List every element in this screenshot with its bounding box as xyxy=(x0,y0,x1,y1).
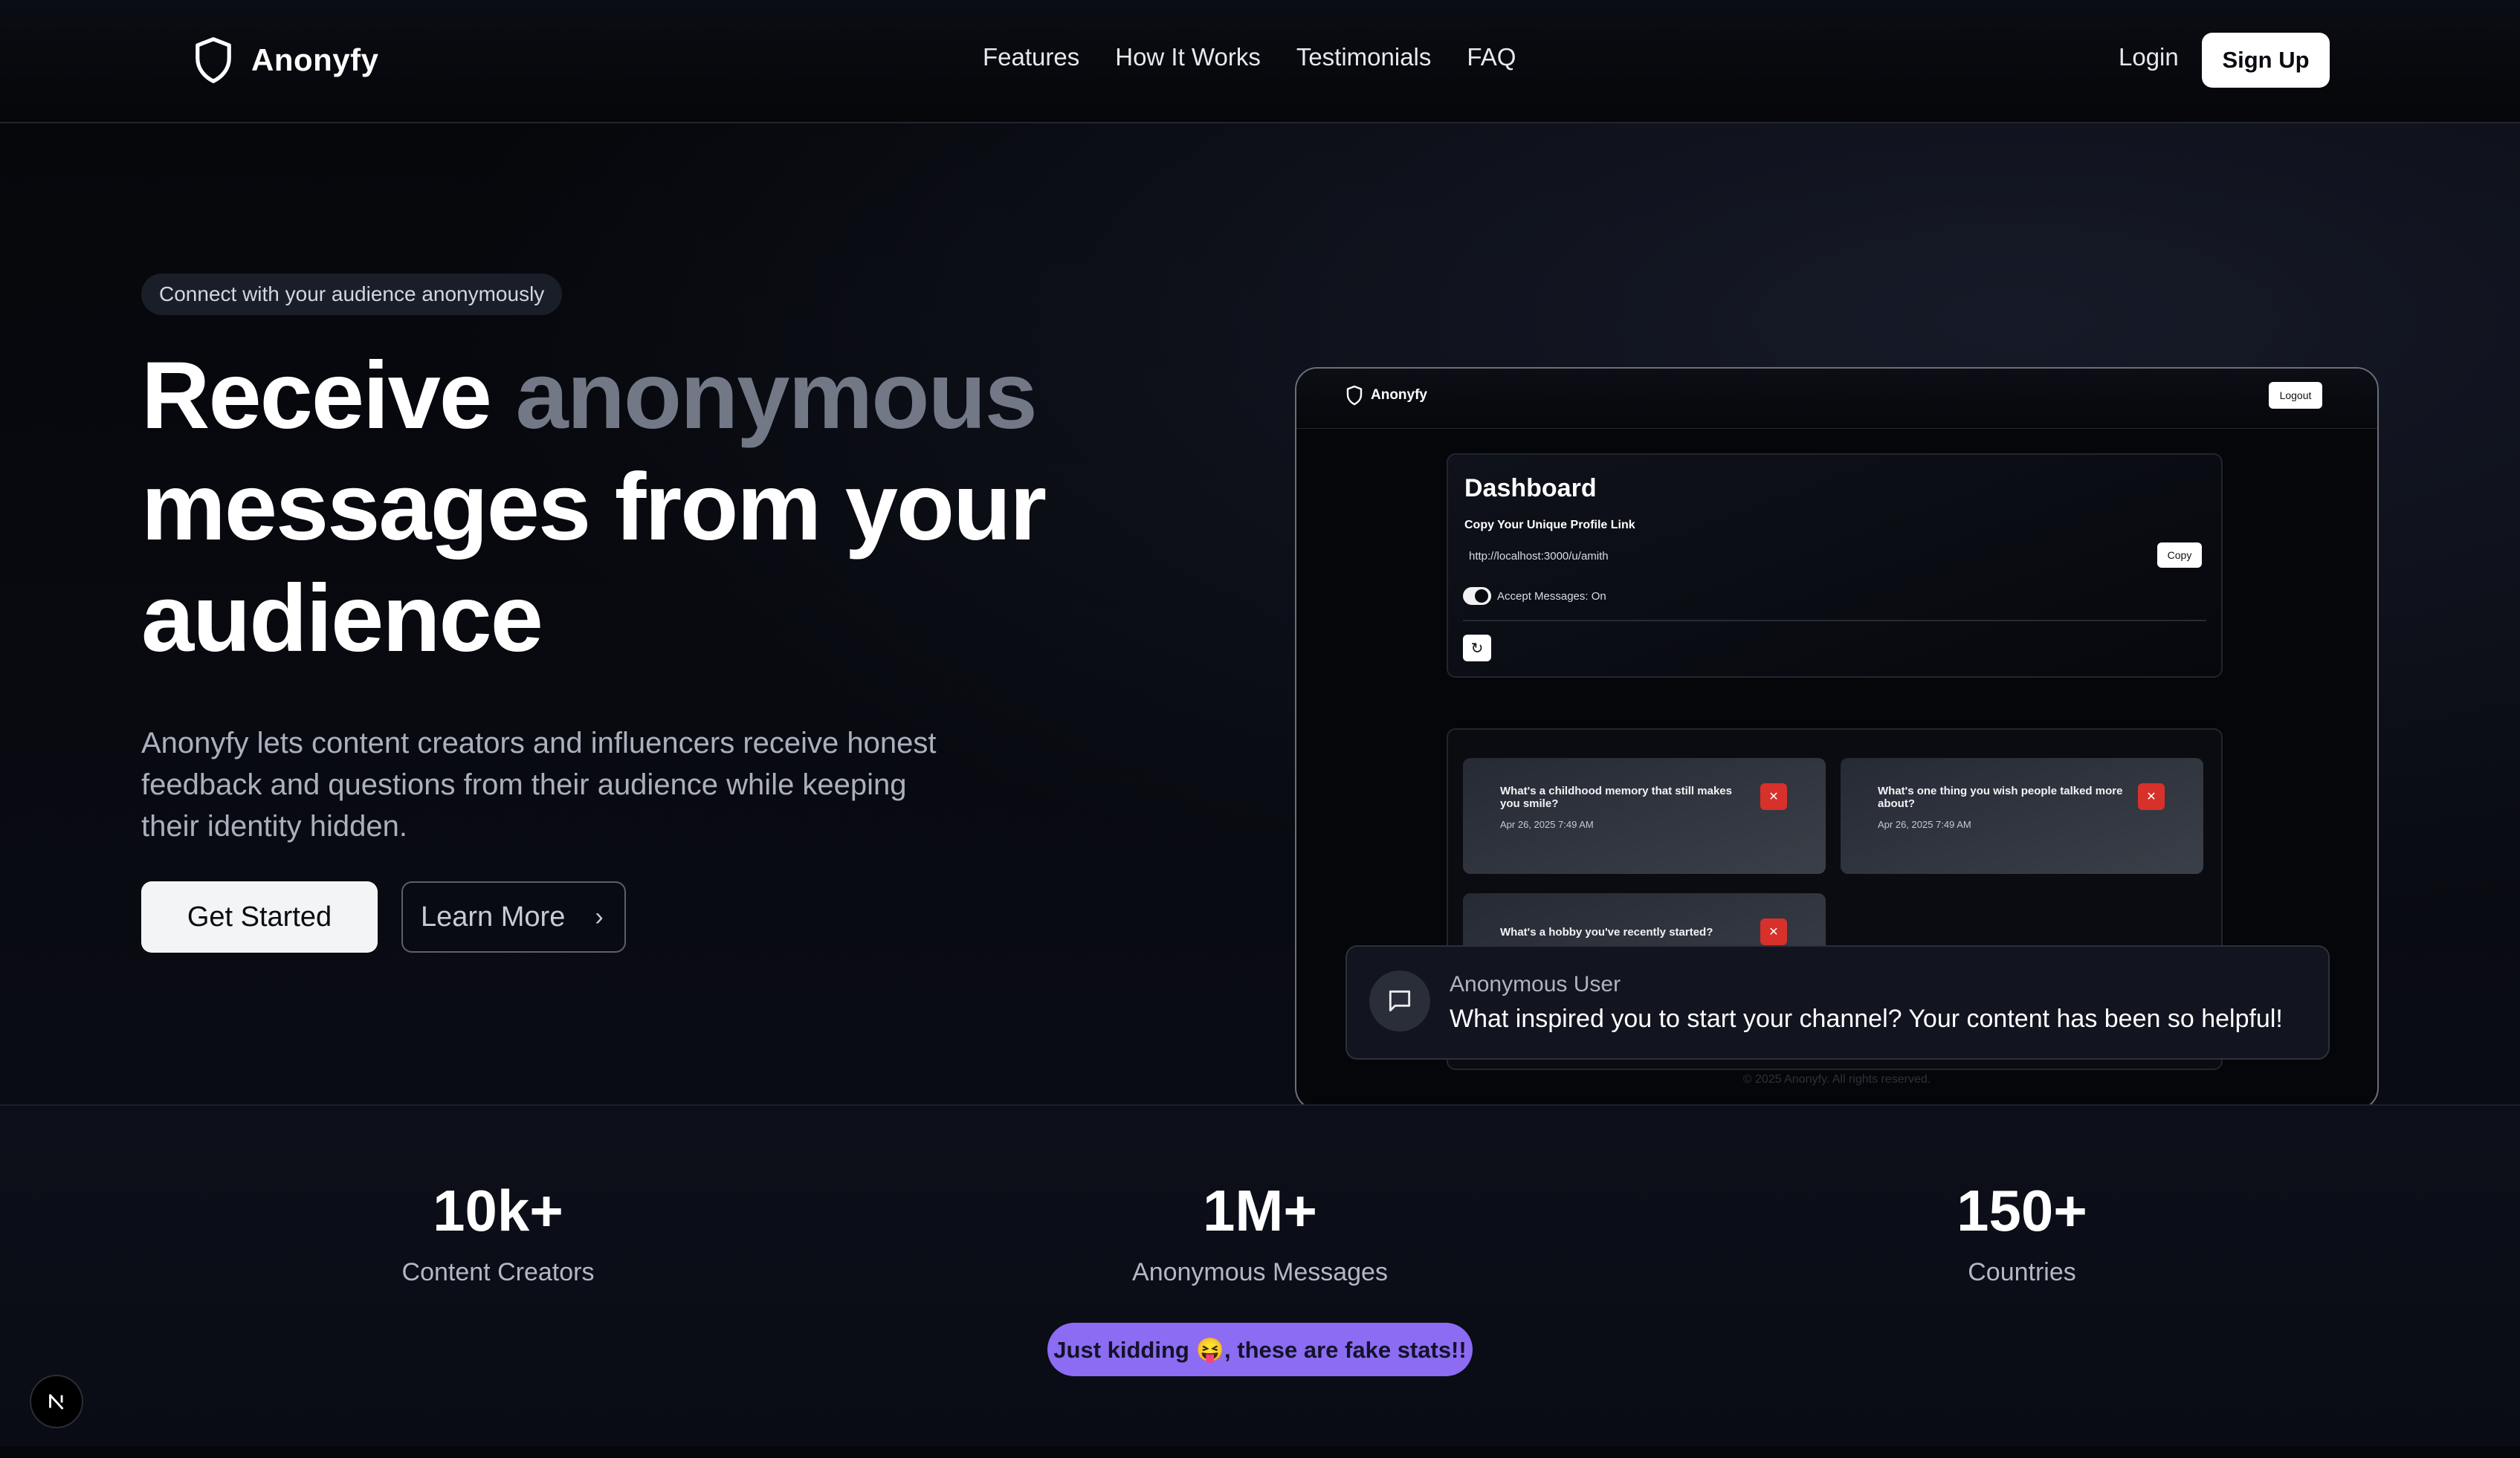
preview-message-card: What's one thing you wish people talked … xyxy=(1841,758,2203,874)
toast-sender: Anonymous User xyxy=(1450,972,1621,997)
stat-value: 150+ xyxy=(1957,1178,2087,1243)
headline-part1: Receive xyxy=(141,343,516,449)
hero-headline: Receive anonymous messages from your aud… xyxy=(141,340,1182,675)
chevron-right-icon: › xyxy=(595,902,604,931)
preview-profile-url: http://localhost:3000/u/amith xyxy=(1469,550,1609,563)
preview-accept-label: Accept Messages: On xyxy=(1497,590,1606,603)
headline-accent: anonymous xyxy=(515,343,1038,449)
preview-copy-button: Copy xyxy=(2157,542,2202,568)
message-question: What's a hobby you've recently started? xyxy=(1500,926,1713,939)
preview-message-card: What's a childhood memory that still mak… xyxy=(1463,758,1826,874)
learn-more-label: Learn More xyxy=(421,901,566,933)
toast-message: What inspired you to start your channel?… xyxy=(1450,1005,2283,1033)
stat-value: 1M+ xyxy=(1203,1178,1317,1243)
preview-footer: © 2025 Anonyfy. All rights reserved. xyxy=(1742,1073,1931,1086)
nav-link-how-it-works[interactable]: How It Works xyxy=(1115,43,1261,71)
app-preview: Anonyfy Logout Dashboard Copy Your Uniqu… xyxy=(1295,367,2379,1110)
nav-link-faq[interactable]: FAQ xyxy=(1467,43,1516,71)
learn-more-button[interactable]: Learn More › xyxy=(401,881,626,953)
shield-icon xyxy=(1345,385,1363,406)
nav-links: Features How It Works Testimonials FAQ xyxy=(983,43,1516,71)
top-navbar: Anonyfy Features How It Works Testimonia… xyxy=(0,0,2520,123)
preview-dashboard-card: Dashboard Copy Your Unique Profile Link … xyxy=(1447,453,2223,678)
preview-accept-toggle xyxy=(1463,587,1491,605)
signup-button[interactable]: Sign Up xyxy=(2202,33,2330,88)
message-question: What's a childhood memory that still mak… xyxy=(1500,785,1732,810)
headline-part2: messages from your audience xyxy=(141,454,1047,672)
get-started-button[interactable]: Get Started xyxy=(141,881,378,953)
stats-section: 10k+ Content Creators 1M+ Anonymous Mess… xyxy=(0,1104,2520,1448)
close-icon: ✕ xyxy=(1760,783,1787,810)
preview-brand: Anonyfy xyxy=(1345,385,1427,406)
stat-item: 1M+ Anonymous Messages xyxy=(1000,1177,1520,1287)
preview-divider xyxy=(1463,620,2206,621)
bottom-strip xyxy=(0,1446,2520,1458)
stat-label: Content Creators xyxy=(401,1258,595,1286)
nav-link-features[interactable]: Features xyxy=(983,43,1079,71)
preview-dashboard-title: Dashboard xyxy=(1464,474,1597,502)
login-link[interactable]: Login xyxy=(2119,43,2179,71)
message-square-icon xyxy=(1369,971,1430,1031)
stat-label: Countries xyxy=(1968,1258,2076,1286)
stat-label: Anonymous Messages xyxy=(1132,1258,1388,1286)
message-question: What's one thing you wish people talked … xyxy=(1878,785,2123,810)
close-icon: ✕ xyxy=(1760,918,1787,945)
preview-navbar: Anonyfy Logout xyxy=(1296,369,2377,429)
refresh-icon: ↻ xyxy=(1463,635,1491,661)
fake-stats-badge: Just kidding 😝, these are fake stats!! xyxy=(1047,1323,1473,1376)
anonymous-message-toast: Anonymous User What inspired you to star… xyxy=(1345,945,2330,1060)
nextjs-icon[interactable] xyxy=(30,1375,83,1428)
nav-link-testimonials[interactable]: Testimonials xyxy=(1296,43,1432,71)
stat-value: 10k+ xyxy=(433,1178,563,1243)
brand-name: Anonyfy xyxy=(251,42,379,77)
hero-pill: Connect with your audience anonymously xyxy=(141,273,563,315)
preview-brand-name: Anonyfy xyxy=(1371,387,1427,403)
hero-lead: Anonyfy lets content creators and influe… xyxy=(141,727,937,843)
stat-item: 150+ Countries xyxy=(1762,1177,2282,1287)
stat-item: 10k+ Content Creators xyxy=(238,1177,758,1287)
message-date: Apr 26, 2025 7:49 AM xyxy=(1500,819,1594,830)
shield-icon xyxy=(192,36,235,85)
message-date: Apr 26, 2025 7:49 AM xyxy=(1878,819,1971,830)
preview-logout-button: Logout xyxy=(2269,382,2322,409)
hero-section: Connect with your audience anonymously R… xyxy=(0,123,2520,1110)
close-icon: ✕ xyxy=(2138,783,2165,810)
preview-copy-label: Copy Your Unique Profile Link xyxy=(1464,519,1635,531)
brand[interactable]: Anonyfy xyxy=(192,36,379,85)
